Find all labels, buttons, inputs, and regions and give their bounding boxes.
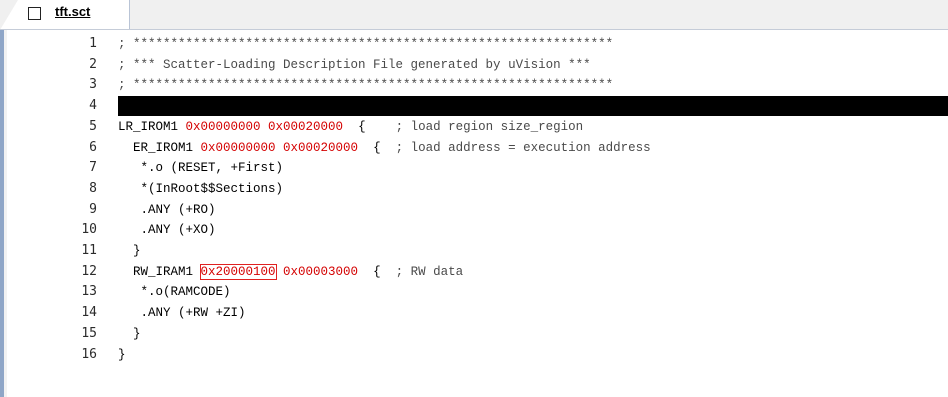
file-icon (28, 7, 41, 20)
code-line[interactable]: 4 (0, 96, 948, 117)
code-comment: ; (118, 78, 134, 93)
code-line[interactable]: 7 *.o (RESET, +First) (0, 158, 948, 178)
code-comment: ; load address = execution address (395, 140, 651, 155)
code-token: } (118, 326, 141, 341)
code-comment: ****************************************… (133, 78, 614, 93)
code-token: } (118, 347, 126, 362)
code-line[interactable]: 16} (0, 345, 948, 365)
code-comment: ****************************************… (133, 37, 614, 51)
tab-bar: tft.sct (0, 0, 948, 30)
hex-literal: 0x00003000 (283, 264, 359, 279)
code-text: ; **************************************… (118, 75, 613, 95)
line-number: 16 (81, 346, 97, 362)
line-number: 9 (89, 201, 97, 217)
code-token: .ANY (+XO) (118, 223, 216, 238)
line-number: 4 (89, 98, 97, 114)
code-comment: ; (118, 37, 134, 51)
line-number: 12 (81, 263, 97, 279)
line-number: 2 (89, 56, 97, 72)
code-comment: ; RW data (395, 264, 464, 279)
code-token: .ANY (+RW +ZI) (118, 306, 246, 321)
code-comment: ; *** Scatter-Loading Description File g… (118, 57, 591, 72)
code-token: *(InRoot$$Sections) (118, 181, 284, 196)
line-number: 10 (81, 222, 97, 238)
line-number: 6 (89, 139, 97, 155)
code-text: .ANY (+RO) (118, 200, 216, 220)
hex-literal: 0x00000000 (185, 119, 261, 134)
code-text: .ANY (+XO) (118, 220, 216, 240)
code-text: } (118, 241, 141, 261)
code-text: ; **************************************… (118, 34, 613, 54)
code-token: .ANY (+RO) (118, 202, 216, 217)
code-line[interactable]: 14 .ANY (+RW +ZI) (0, 303, 948, 323)
tab-title: tft.sct (55, 4, 91, 19)
code-line[interactable]: 9 .ANY (+RO) (0, 200, 948, 220)
code-line[interactable]: 5 LR_IROM1 0x00000000 0x00020000 { ; load… (0, 117, 948, 137)
code-text: ER_IROM1 0x00000000 0x00020000 { ; load … (118, 138, 651, 158)
code-line[interactable]: 6 ER_IROM1 0x00000000 0x00020000 { ; loa… (0, 138, 948, 158)
code-line[interactable]: 15 } (0, 324, 948, 344)
code-line[interactable]: 3; *************************************… (0, 75, 948, 95)
line-number: 8 (89, 180, 97, 196)
code-line[interactable]: 2 ; *** Scatter-Loading Description File … (0, 55, 948, 75)
code-text: *.o (RESET, +First) (118, 158, 284, 178)
code-text: *(InRoot$$Sections) (118, 179, 284, 199)
line-number: 15 (81, 325, 97, 341)
code-line[interactable]: 1; *************************************… (0, 34, 948, 54)
code-token: } (118, 244, 141, 258)
code-text: LR_IROM1 0x00000000 0x00020000 { ; load … (118, 117, 583, 137)
code-line[interactable]: 11 } (0, 241, 948, 261)
highlighted-address: 0x20000100 (199, 263, 277, 280)
redacted-line (118, 96, 948, 117)
hex-literal: 0x00000000 (200, 140, 276, 155)
code-token: { (358, 264, 396, 279)
code-token: RW_IRAM1 (118, 264, 201, 279)
tab-tft-sct[interactable]: tft.sct (0, 0, 130, 30)
code-text: RW_IRAM1 0x20000100 0x00003000 { ; RW da… (118, 262, 463, 282)
code-token: LR_IROM1 (118, 119, 186, 134)
hex-literal: 0x00020000 (283, 140, 359, 155)
code-line[interactable]: 8 *(InRoot$$Sections) (0, 179, 948, 199)
line-number: 14 (81, 305, 97, 321)
code-line[interactable]: 13 *.o(RAMCODE) (0, 282, 948, 302)
line-number: 13 (81, 284, 97, 300)
code-token: ER_IROM1 (118, 140, 201, 155)
code-text: *.o(RAMCODE) (118, 282, 231, 302)
code-line[interactable]: 12 RW_IRAM1 0x20000100 0x00003000 { ; RW… (0, 262, 948, 282)
line-number: 5 (89, 118, 97, 134)
code-token: *.o(RAMCODE) (118, 285, 231, 300)
code-token: *.o (RESET, +First) (118, 161, 284, 176)
line-number: 11 (81, 243, 97, 258)
code-text: ; *** Scatter-Loading Description File g… (118, 55, 591, 75)
code-text: .ANY (+RW +ZI) (118, 303, 246, 323)
code-text: } (118, 324, 141, 344)
code-token: { (358, 140, 396, 155)
code-token: { (343, 119, 396, 134)
code-editor[interactable]: 1; *************************************… (0, 30, 948, 397)
hex-literal: 0x00020000 (268, 119, 344, 134)
code-text: } (118, 345, 126, 365)
code-line[interactable]: 10 .ANY (+XO) (0, 220, 948, 240)
line-number: 3 (89, 77, 97, 93)
code-comment: ; load region size_region (395, 119, 584, 134)
line-number: 7 (89, 160, 97, 176)
line-number: 1 (89, 36, 97, 51)
